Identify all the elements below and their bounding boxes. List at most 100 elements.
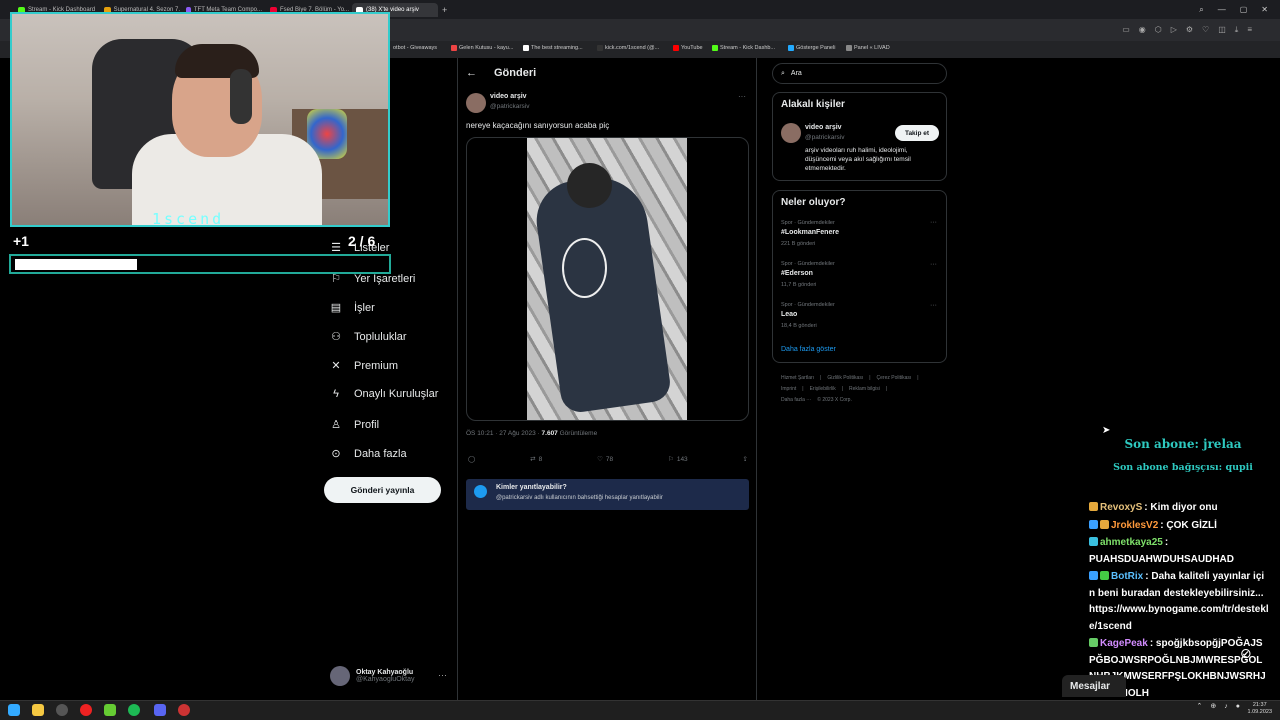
taskbar <box>0 700 1280 720</box>
chevron-up-icon[interactable]: ⌃ <box>1197 702 1203 710</box>
file-explorer-icon[interactable] <box>32 704 44 716</box>
back-arrow-icon[interactable]: ← <box>466 67 477 79</box>
goal-progress-fill <box>15 259 137 270</box>
camera-icon[interactable]: ◉ <box>1139 25 1146 35</box>
search-tabs-icon[interactable]: ⌕ <box>1199 5 1203 15</box>
reply-button[interactable]: ◯ <box>468 455 475 463</box>
chat-username[interactable]: ahmetkaya25 <box>1100 537 1163 548</box>
chat-username[interactable]: BotRix <box>1111 571 1143 582</box>
obs-icon[interactable] <box>178 704 190 716</box>
repost-button[interactable]: ⇄ 8 <box>530 455 542 464</box>
author-name[interactable]: video arşiv <box>490 93 527 100</box>
chat-username[interactable]: RevoxyS <box>1100 502 1142 513</box>
bookmark[interactable]: otbot - Giveaways <box>393 45 437 51</box>
reply-restriction-title: Kimler yanıtlayabilir? <box>496 484 567 491</box>
tweet-timestamp: ÖS 10:21 · 27 Ağu 2023 · 7.607 Görüntüle… <box>466 430 598 437</box>
trend-name[interactable]: #LookmanFenere <box>781 229 839 236</box>
bookmark[interactable]: YouTube <box>673 45 703 51</box>
mouse-cursor-icon: ➤ <box>1102 425 1111 436</box>
network-icon[interactable]: ⊕ <box>1210 702 1216 710</box>
bookmark[interactable]: Gelen Kutusu - kayu... <box>451 45 513 51</box>
microphone-icon[interactable]: ● <box>1236 703 1240 710</box>
heart-icon[interactable]: ♡ <box>1202 25 1209 35</box>
footer-divider: | <box>917 375 919 381</box>
close-icon[interactable]: ✕ <box>1261 5 1268 14</box>
bookmark[interactable]: Panel « LIVAD <box>846 45 890 51</box>
footer-link[interactable]: Daha fazla ··· <box>781 397 811 403</box>
minimize-icon[interactable]: — <box>1218 5 1226 14</box>
share-button[interactable]: ⇪ <box>743 455 748 463</box>
trend-name[interactable]: Leao <box>781 311 797 318</box>
chat-username[interactable]: JroklesV2 <box>1111 520 1158 531</box>
nav-item-jobs[interactable]: ▤ İşler <box>330 301 375 315</box>
footer-link[interactable]: Çerez Politikası <box>877 375 912 381</box>
settings-icon[interactable]: ⚙ <box>1186 25 1193 35</box>
footer-link[interactable]: Erişilebilirlik <box>810 386 836 392</box>
expand-messages-icon[interactable]: ⊘ <box>1240 645 1252 662</box>
nav-item-more[interactable]: ⊙ Daha fazla <box>330 447 406 461</box>
download-icon[interactable]: ⤓ <box>1235 25 1239 35</box>
more-icon[interactable]: ··· <box>930 302 937 309</box>
nav-item-verified-orgs[interactable]: ϟ Onaylı Kuruluşlar <box>330 388 438 400</box>
steam-icon[interactable] <box>56 704 68 716</box>
nav-item-communities[interactable]: ⚇ Topluluklar <box>330 330 407 344</box>
windows-start-icon[interactable] <box>8 704 20 716</box>
show-more-link[interactable]: Daha fazla göster <box>781 346 836 353</box>
maximize-icon[interactable]: ▢ <box>1240 5 1248 14</box>
more-icon[interactable]: ··· <box>930 219 937 226</box>
menu-icon[interactable]: ≡ <box>1247 25 1252 35</box>
view-count: 7.607 <box>541 430 558 437</box>
footer-link[interactable]: Reklam bilgisi <box>849 386 880 392</box>
app-icon[interactable] <box>104 704 116 716</box>
verified-badge-icon <box>1100 571 1109 580</box>
account-switcher[interactable]: Oktay Kahyaoğlu @KahyaogluOktay <box>330 666 414 686</box>
more-icon[interactable]: ··· <box>438 670 447 680</box>
like-button[interactable]: ♡ 78 <box>597 455 613 464</box>
box-icon[interactable]: ◫ <box>1218 25 1226 35</box>
bookmark-icon: ⚐ <box>668 456 674 463</box>
follow-button[interactable]: Takip et <box>895 125 939 141</box>
more-circle-icon: ⊙ <box>331 448 341 460</box>
related-bio: arşiv videoları ruh halimi, ideolojimi, … <box>805 147 911 172</box>
toolbar-icons: ▭ ◉ ⬡ ▷ ⚙ ♡ ◫ ⤓ ≡ <box>1122 25 1252 35</box>
messages-drawer[interactable]: Mesajlar <box>1062 675 1126 697</box>
related-name[interactable]: video arşiv <box>805 124 842 131</box>
reply-icon: ◯ <box>468 456 476 463</box>
chat-username[interactable]: KagePeak <box>1100 638 1148 649</box>
discord-icon[interactable] <box>154 704 166 716</box>
trend-category: Spor · Gündemdekiler <box>781 261 835 267</box>
avatar[interactable] <box>466 93 486 113</box>
avatar[interactable] <box>781 123 801 143</box>
nav-item-profile[interactable]: ♙ Profil <box>330 418 379 432</box>
bookmark[interactable]: Stream - Kick Dashb... <box>712 45 775 51</box>
shield-icon[interactable]: ⬡ <box>1155 25 1162 35</box>
related-handle[interactable]: @patrickarsiv <box>805 134 844 141</box>
gmail-icon <box>451 45 457 51</box>
post-button[interactable]: Gönderi yayınla <box>324 477 441 503</box>
bookmark[interactable]: Gösterge Paneli <box>788 45 835 51</box>
new-tab-button[interactable]: + <box>442 3 452 17</box>
footer-link[interactable]: Imprint <box>781 386 796 392</box>
nav-item-premium[interactable]: ✕ Premium <box>330 359 398 373</box>
footer-link[interactable]: Hizmet Şartları <box>781 375 814 381</box>
system-tray: ⌃ ⊕ ♪ ● <box>1197 702 1240 711</box>
footer-link[interactable]: Gizlilik Politikası <box>827 375 863 381</box>
bookmark[interactable]: kick.com/1scend (@... <box>597 45 659 51</box>
play-icon[interactable]: ▷ <box>1171 25 1177 35</box>
bookmark-button[interactable]: ⚐ 143 <box>668 455 688 464</box>
system-clock[interactable]: 21:37 1.09.2023 <box>1248 702 1272 716</box>
tweet-video[interactable] <box>527 138 687 420</box>
spotify-icon[interactable] <box>128 704 140 716</box>
more-icon[interactable]: ··· <box>930 261 937 268</box>
search-icon: ⌕ <box>781 69 785 77</box>
bookmark[interactable]: The best streaming... <box>523 45 583 51</box>
search-input[interactable]: ⌕ Ara <box>772 63 947 84</box>
tiktok-icon <box>597 45 603 51</box>
speaker-icon[interactable]: ♪ <box>1224 703 1228 710</box>
extension-icon[interactable]: ▭ <box>1122 25 1130 35</box>
video-frame <box>531 171 673 415</box>
trend-name[interactable]: #Ederson <box>781 270 813 277</box>
author-handle[interactable]: @patrickarsiv <box>490 103 529 110</box>
opera-icon[interactable] <box>80 704 92 716</box>
more-icon[interactable]: ··· <box>738 92 746 101</box>
